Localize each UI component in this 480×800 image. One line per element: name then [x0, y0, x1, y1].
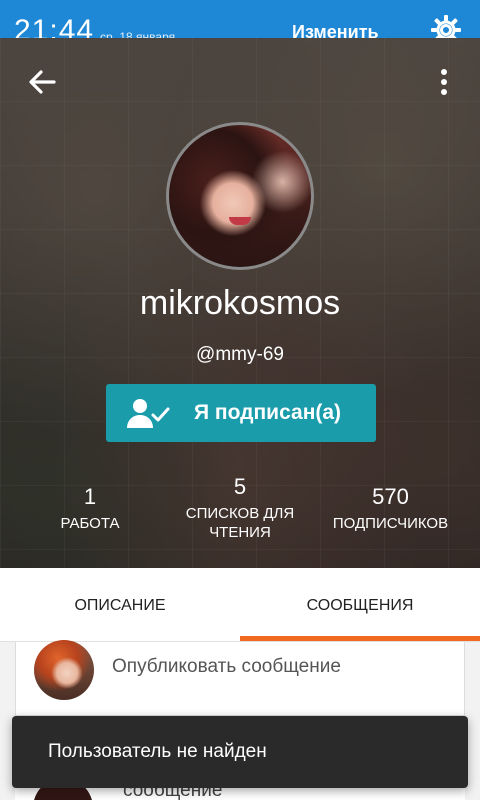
following-button-label: Я подписан(а) [194, 401, 342, 424]
snackbar-toast: Пользователь не найден [12, 716, 468, 788]
toast-message: Пользователь не найден [48, 741, 267, 762]
profile-username: mikrokosmos [139, 284, 341, 322]
stat-works-label: Работа [60, 515, 120, 532]
user-check-icon [126, 397, 172, 429]
profile-tabs: Описание Сообщения [0, 568, 480, 642]
profile-avatar [166, 122, 314, 270]
tab-about[interactable]: Описание [0, 568, 240, 642]
stat-followers-label: Подписчиков [332, 515, 449, 532]
profile-header: mikrokosmos @mmy-69 Я подписан(а) 1 Рабо… [0, 38, 480, 568]
stat-reading-lists-label: Списков для чтения [185, 505, 295, 541]
tab-messages[interactable]: Сообщения [240, 568, 480, 642]
following-button[interactable]: Я подписан(а) [106, 384, 376, 442]
stat-reading-lists[interactable]: 5 Списков для чтения [170, 474, 310, 542]
profile-handle: @mmy-69 [196, 344, 284, 365]
arrow-left-icon[interactable] [24, 64, 60, 100]
tab-selected-indicator [240, 636, 480, 641]
compose-message-box[interactable]: Опубликовать сообщение [15, 640, 465, 716]
stat-works-value: 1 [83, 484, 97, 509]
stat-followers[interactable]: 570 Подписчиков [318, 484, 463, 533]
user-avatar [34, 640, 94, 700]
stat-works[interactable]: 1 Работа [40, 484, 140, 533]
compose-message-placeholder: Опубликовать сообщение [112, 656, 341, 677]
more-vertical-icon[interactable] [432, 64, 456, 100]
stat-reading-lists-value: 5 [233, 474, 247, 499]
stat-followers-value: 570 [372, 484, 409, 509]
